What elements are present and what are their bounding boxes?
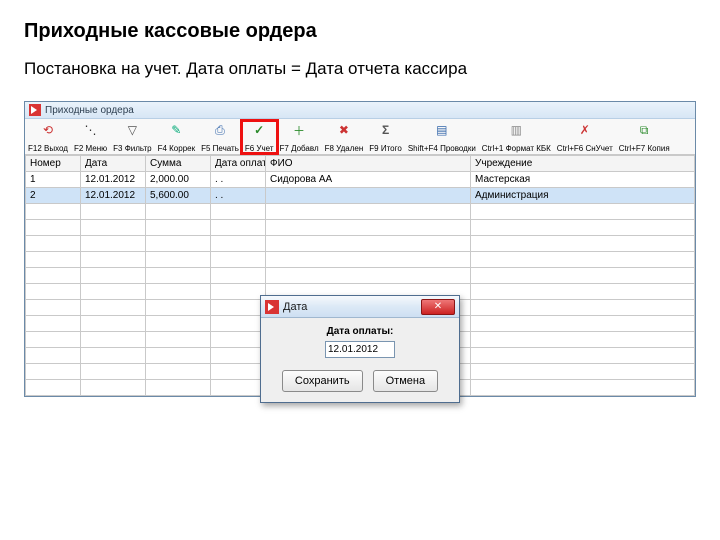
toolbar-label: Shift+F4 Проводки (408, 144, 476, 153)
payment-date-input[interactable] (325, 341, 395, 358)
toolbar-copy-button[interactable]: ⧉ Ctrl+F7 Копия (616, 120, 673, 154)
column-header[interactable]: Учреждение (471, 156, 695, 172)
column-header[interactable]: Сумма (146, 156, 211, 172)
toolbar-filter-button[interactable]: ▽ F3 Фильтр (110, 120, 154, 154)
toolbar-label: F5 Печать (201, 144, 239, 153)
toolbar-label: Ctrl+F7 Копия (619, 144, 670, 153)
dialog-title: Дата (283, 301, 421, 313)
column-header[interactable]: Номер (26, 156, 81, 172)
table-row-empty[interactable] (26, 204, 695, 220)
format-icon: ▥ (508, 122, 524, 138)
window-titlebar: Приходные ордера (25, 101, 695, 119)
toolbar-print-button[interactable]: ⎙ F5 Печать (198, 120, 242, 154)
toolbar-menu-button[interactable]: ⋱ F2 Меню (71, 120, 110, 154)
toolbar-label: Ctrl+1 Формат КБК (482, 144, 551, 153)
table-row[interactable]: 112.01.20122,000.00. .Сидорова ААМастерс… (26, 172, 695, 188)
table-row-empty[interactable] (26, 252, 695, 268)
table-row-empty[interactable] (26, 236, 695, 252)
toolbar: ⟲ F12 Выход ⋱ F2 Меню ▽ F3 Фильтр ✎ F4 Коррек ⎙ F… (25, 119, 695, 155)
toolbar-edit-button[interactable]: ✎ F4 Коррек (155, 120, 199, 154)
toolbar-label: F2 Меню (74, 144, 107, 153)
toolbar-label: F4 Коррек (158, 144, 196, 153)
toolbar-label: F12 Выход (28, 144, 68, 153)
toolbar-exit-button[interactable]: ⟲ F12 Выход (25, 120, 71, 154)
window-title: Приходные ордера (45, 105, 134, 116)
delete-icon: ✖ (336, 122, 352, 138)
dialog-titlebar[interactable]: Дата ✕ (261, 296, 459, 318)
exit-icon: ⟲ (40, 122, 56, 138)
add-icon: ＋ (291, 122, 307, 138)
toolbar-label: F6 Учет (245, 144, 274, 153)
save-button[interactable]: Сохранить (282, 370, 363, 392)
toolbar-unacct-button[interactable]: ✗ Ctrl+F6 СнУчет (554, 120, 616, 154)
toolbar-format-button[interactable]: ▥ Ctrl+1 Формат КБК (479, 120, 554, 154)
toolbar-total-button[interactable]: Σ F9 Итого (366, 120, 405, 154)
date-dialog: Дата ✕ Дата оплаты: Сохранить Отмена (260, 295, 460, 403)
unacct-icon: ✗ (577, 122, 593, 138)
column-header[interactable]: Дата (81, 156, 146, 172)
app-icon (265, 300, 279, 314)
toolbar-label: F9 Итого (369, 144, 402, 153)
toolbar-posting-button[interactable]: ▤ Shift+F4 Проводки (405, 120, 479, 154)
app-icon (29, 104, 41, 116)
column-header[interactable]: ФИО (266, 156, 471, 172)
edit-icon: ✎ (168, 122, 184, 138)
copy-icon: ⧉ (636, 122, 652, 138)
posting-icon: ▤ (434, 122, 450, 138)
toolbar-label: F3 Фильтр (113, 144, 151, 153)
toolbar-label: F7 Добавл (280, 144, 319, 153)
dialog-field-label: Дата оплаты: (271, 326, 449, 337)
toolbar-add-button[interactable]: ＋ F7 Добавл (277, 120, 322, 154)
total-icon: Σ (378, 122, 394, 138)
account-icon: ✓ (251, 122, 267, 138)
print-icon: ⎙ (212, 122, 228, 138)
filter-icon: ▽ (124, 122, 140, 138)
close-button[interactable]: ✕ (421, 299, 455, 315)
column-header[interactable]: Дата оплаты (211, 156, 266, 172)
page-title: Приходные кассовые ордера (24, 20, 696, 43)
toolbar-label: Ctrl+F6 СнУчет (557, 144, 613, 153)
cancel-button[interactable]: Отмена (373, 370, 438, 392)
toolbar-account-button[interactable]: ✓ F6 Учет (242, 120, 277, 154)
table-row-empty[interactable] (26, 220, 695, 236)
toolbar-delete-button[interactable]: ✖ F8 Удален (322, 120, 367, 154)
table-row[interactable]: 212.01.20125,600.00. .Администрация (26, 188, 695, 204)
toolbar-label: F8 Удален (325, 144, 364, 153)
page-subtitle: Постановка на учет. Дата оплаты = Дата о… (24, 59, 696, 79)
table-row-empty[interactable] (26, 268, 695, 284)
menu-icon: ⋱ (83, 122, 99, 138)
